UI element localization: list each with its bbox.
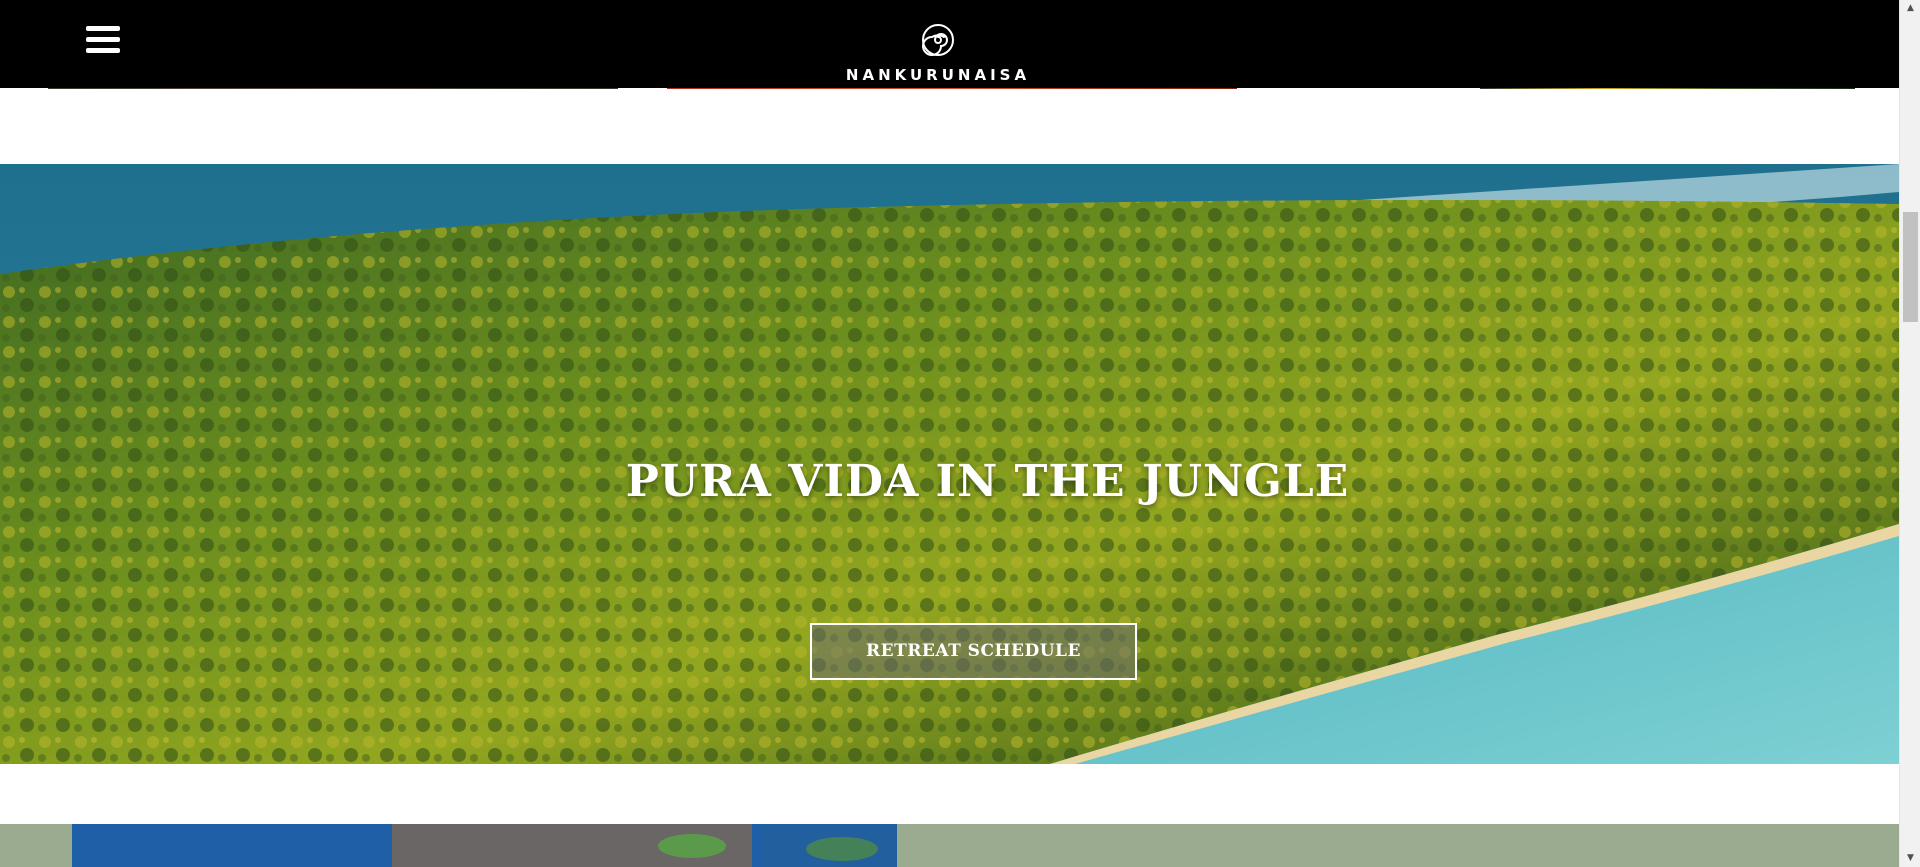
site-header: NANKURUNAISA <box>0 0 1899 88</box>
hero-banner: PURA VIDA IN THE JUNGLE RETREAT SCHEDULE <box>0 164 1899 764</box>
brand-home-link[interactable]: NANKURUNAISA <box>838 22 1038 84</box>
brand-name: NANKURUNAISA <box>845 66 1031 84</box>
reef-fish-image <box>72 824 897 867</box>
spiral-icon <box>922 24 954 56</box>
retreat-schedule-button[interactable]: RETREAT SCHEDULE <box>810 623 1137 680</box>
scroll-thumb[interactable] <box>1903 212 1918 322</box>
scroll-down-arrow-icon[interactable]: ▼ <box>1900 850 1920 867</box>
page-scrollbar[interactable]: ▲ ▼ <box>1899 0 1920 867</box>
hero-title: PURA VIDA IN THE JUNGLE <box>625 456 1350 507</box>
hamburger-menu-icon[interactable] <box>86 24 124 58</box>
page: NANKURUNAISA PURA VIDA IN THE JUNGLE RET… <box>0 0 1920 867</box>
scroll-up-arrow-icon[interactable]: ▲ <box>1900 0 1920 17</box>
